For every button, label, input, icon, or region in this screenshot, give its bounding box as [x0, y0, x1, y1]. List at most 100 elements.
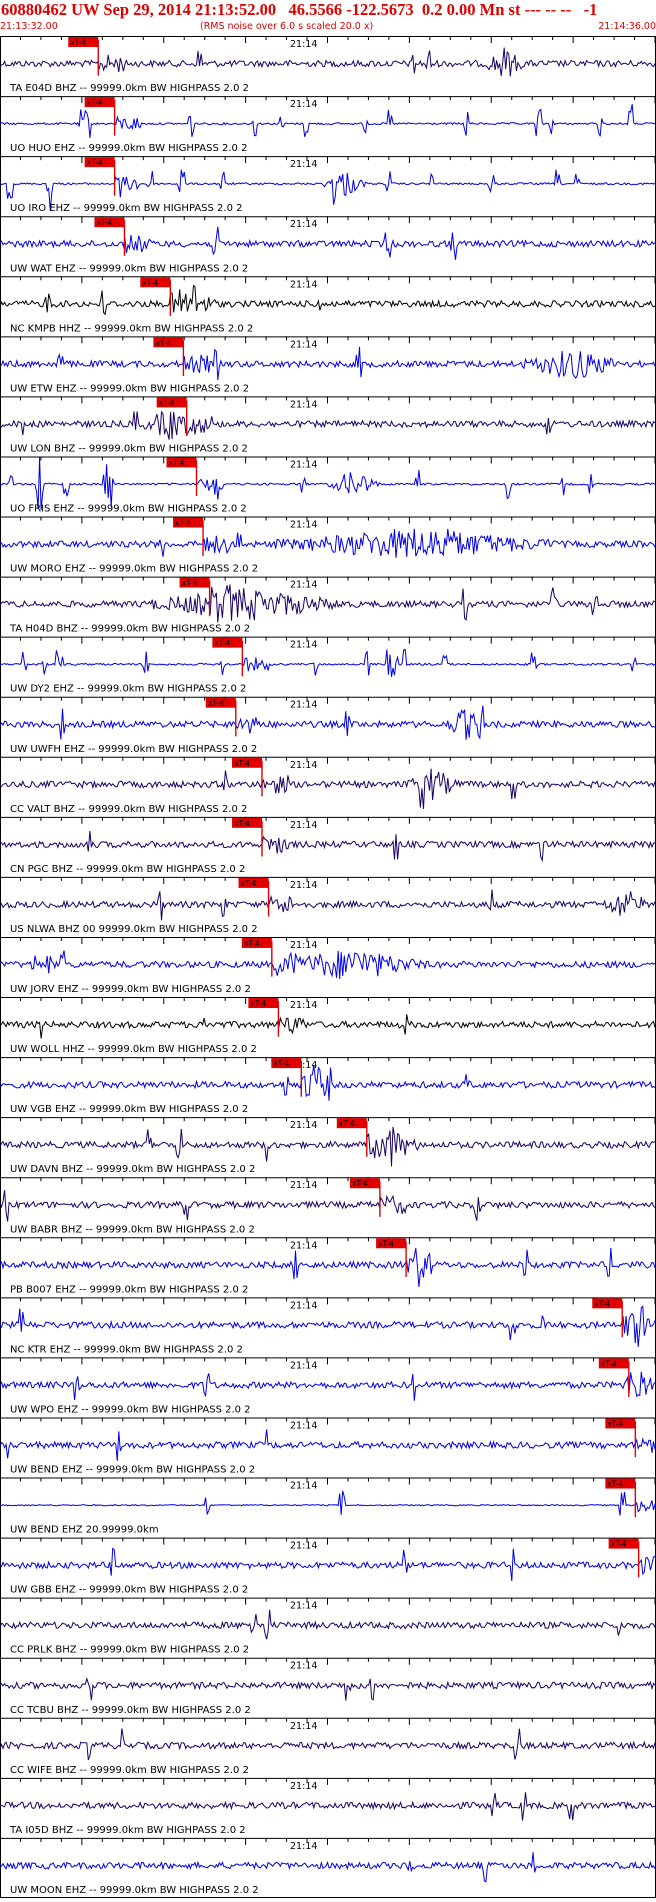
- time-label: 21:14: [290, 820, 317, 831]
- trace-14: 21:14 xT-4 US NLWA BHZ 00 99999.0km BW HIG…: [0, 876, 656, 935]
- pick-label: xT-4: [611, 1540, 627, 1549]
- waveform: [0, 1014, 656, 1039]
- station-label: UW BEND EHZ -- 99999.0km BW HIGHPASS 2.0…: [10, 1465, 255, 1476]
- waveform: [0, 528, 656, 558]
- trace-3: 21:14 xT-4 UW WAT EHZ -- 99999.0km BW HIGH…: [0, 216, 656, 274]
- time-label: 21:14: [290, 1721, 317, 1732]
- time-label: 21:14: [290, 339, 317, 350]
- pick-label: xT-4: [594, 1299, 610, 1308]
- time-label: 21:14: [290, 39, 317, 50]
- time-label: 21:14: [290, 940, 317, 951]
- station-label: UW WAT EHZ -- 99999.0km BW HIGHPASS 2.0 …: [10, 263, 248, 274]
- pick-label: xT-4: [352, 1179, 368, 1188]
- station-label: NC KMPB HHZ -- 99999.0km BW HIGHPASS 2.0…: [10, 323, 253, 334]
- trace-29: 21:14 TA I05D BHZ -- 99999.0km BW HIGHPAS…: [0, 1777, 656, 1836]
- time-label: 21:14: [290, 760, 317, 771]
- trace-5: 21:14 xT-4 UW ETW EHZ -- 99999.0km BW HIGH…: [0, 336, 656, 394]
- station-label: PB B007 EHZ -- 99999.0km BW HIGHPASS 2.0…: [10, 1284, 248, 1295]
- waveform: [0, 104, 656, 139]
- waveform: [0, 1676, 656, 1701]
- station-label: UW BABR BHZ -- 99999.0km BW HIGHPASS 2.0…: [10, 1224, 255, 1235]
- trace-11: 21:14 xT-4 UW UWFH EHZ -- 99999.0km BW HIG…: [0, 696, 656, 755]
- trace-26: 21:14 CC PRLK BHZ -- 99999.0km BW HIGHPAS…: [0, 1597, 656, 1656]
- end-time: 21:14:36.00: [598, 21, 656, 32]
- station-label: UO FRIS EHZ -- 99999.0km BW HIGHPASS 2.0…: [10, 504, 247, 515]
- trace-16: 21:14 xT-4 UW WOLL HHZ -- 99999.0km BW HIG…: [0, 997, 656, 1055]
- pick-label: xT-4: [378, 1239, 394, 1248]
- record-header: 60880462 UW Sep 29, 2014 21:13:52.00 46.…: [0, 0, 656, 36]
- station-label: UW WPO EHZ -- 99999.0km BW HIGHPASS 2.0 …: [10, 1404, 251, 1415]
- waveform: [0, 456, 656, 511]
- station-label: CC WIFE BHZ -- 99999.0km BW HIGHPASS 2.0…: [10, 1765, 249, 1776]
- station-label: CN PGC BHZ -- 99999.0km BW HIGHPASS 2.0 …: [10, 864, 245, 875]
- pick-label: xT-4: [87, 98, 103, 107]
- pick-label: xT-4: [241, 879, 257, 888]
- trace-23: 21:14 xT-4 UW BEND EHZ -- 99999.0km BW HIG…: [0, 1417, 656, 1476]
- pick-label: xT-4: [244, 939, 260, 948]
- station-label: NC KTR EHZ -- 99999.0km BW HIGHPASS 2.0 …: [10, 1344, 243, 1355]
- station-label: UW UWFH EHZ -- 99999.0km BW HIGHPASS 2.0…: [10, 744, 257, 755]
- waveform: [0, 889, 656, 921]
- station-label: UW LON BHZ -- 99999.0km BW HIGHPASS 2.0 …: [10, 443, 248, 454]
- station-label: CC TCBU BHZ -- 99999.0km BW HIGHPASS 2.0…: [10, 1705, 251, 1716]
- trace-27: 21:14 CC TCBU BHZ -- 99999.0km BW HIGHPAS…: [0, 1657, 656, 1716]
- station-label: UW MORO EHZ -- 99999.0km BW HIGHPASS 2.0…: [10, 564, 258, 575]
- seismogram-panel: 21:14 xT-4 TA E04D BHZ -- 99999.0km BW HIG…: [0, 36, 656, 1898]
- time-label: 21:14: [290, 580, 317, 591]
- trace-24: 21:14 xT-4 UW BEND EHZ 20.99999.0km: [0, 1477, 656, 1536]
- pick-label: xT-4: [250, 999, 266, 1008]
- time-label: 21:14: [290, 1601, 317, 1612]
- trace-4: 21:14 xT-4 NC KMPB HHZ -- 99999.0km BW HIG…: [0, 276, 656, 334]
- waveform: [0, 705, 656, 740]
- time-label: 21:14: [290, 399, 317, 410]
- trace-17: 21:14xT-4UW VGB EHZ -- 99999.0km BW HIGH…: [0, 1057, 656, 1115]
- waveform: [0, 284, 656, 316]
- waveform: [0, 1305, 656, 1347]
- start-time: 21:13:32.00: [0, 21, 58, 32]
- pick-label: xT-4: [169, 458, 185, 467]
- trace-1: 21:14 xT-4 UO HUO EHZ -- 99999.0km BW HIGH…: [0, 96, 656, 154]
- waveform: [0, 1547, 656, 1582]
- waveform: [0, 1609, 656, 1640]
- time-label: 21:14: [290, 880, 317, 891]
- station-label: UO IRO EHZ -- 99999.0km BW HIGHPASS 2.0 …: [10, 203, 243, 214]
- station-label: TA I05D BHZ -- 99999.0km BW HIGHPASS 2.0…: [9, 1825, 246, 1836]
- trace-10: 21:14 xT-4 UW DY2 EHZ -- 99999.0km BW HIGH…: [0, 636, 656, 695]
- time-label: 21:14: [290, 1841, 317, 1852]
- pick-label: xT-4: [273, 1059, 289, 1068]
- trace-0: 21:14 xT-4 TA E04D BHZ -- 99999.0km BW HIG…: [0, 36, 656, 94]
- seismogram-traces: 21:14 xT-4 TA E04D BHZ -- 99999.0km BW HIG…: [0, 36, 656, 1898]
- pick-label: xT-4: [607, 1480, 623, 1489]
- station-label: UW JORV EHZ -- 99999.0km BW HIGHPASS 2.0…: [10, 984, 251, 995]
- pick-label: xT-4: [155, 338, 171, 347]
- station-label: UW ETW EHZ -- 99999.0km BW HIGHPASS 2.0 …: [10, 383, 249, 394]
- trace-8: 21:14 xT-4 UW MORO EHZ -- 99999.0km BW HIG…: [0, 516, 656, 575]
- time-label: 21:14: [290, 159, 317, 170]
- time-label: 21:14: [290, 640, 317, 651]
- pick-label: xT-4: [159, 398, 175, 407]
- trace-13: 21:14 xT-4 CN PGC BHZ -- 99999.0km BW HIGH…: [0, 816, 656, 875]
- pick-label: xT-4: [601, 1359, 617, 1368]
- pick-label: xT-4: [339, 1119, 355, 1128]
- time-label: 21:14: [290, 459, 317, 470]
- pick-label: xT-4: [208, 699, 224, 708]
- time-label: 21:14: [290, 700, 317, 711]
- waveform: [0, 1126, 656, 1167]
- station-label: UO HUO EHZ -- 99999.0km BW HIGHPASS 2.0 …: [10, 143, 247, 154]
- pick-label: xT-4: [175, 519, 191, 528]
- trace-30: 21:14 UW MOON EHZ -- 99999.0km BW HIGHPAS…: [0, 1837, 656, 1896]
- station-label: UW MOON EHZ -- 99999.0km BW HIGHPASS 2.0…: [10, 1885, 259, 1896]
- waveform: [0, 584, 656, 623]
- trace-15: 21:14 xT-4 UW JORV EHZ -- 99999.0km BW HIG…: [0, 936, 656, 995]
- time-label: 21:14: [290, 219, 317, 230]
- waveform: [0, 1792, 656, 1821]
- time-label: 21:14: [290, 1120, 317, 1131]
- trace-25: 21:14 xT-4 UW GBB EHZ -- 99999.0km BW HIGH…: [0, 1537, 656, 1596]
- trace-18: 21:14 xT-4 UW DAVN BHZ -- 99999.0km BW HIG…: [0, 1117, 656, 1175]
- trace-6: 21:14 xT-4 UW LON BHZ -- 99999.0km BW HIGH…: [0, 396, 656, 454]
- time-label: 21:14: [290, 1541, 317, 1552]
- waveform: [0, 1371, 656, 1401]
- time-label: 21:14: [290, 1481, 317, 1492]
- event-title: 60880462 UW Sep 29, 2014 21:13:52.00 46.…: [1, 0, 598, 19]
- waveform: [0, 410, 656, 440]
